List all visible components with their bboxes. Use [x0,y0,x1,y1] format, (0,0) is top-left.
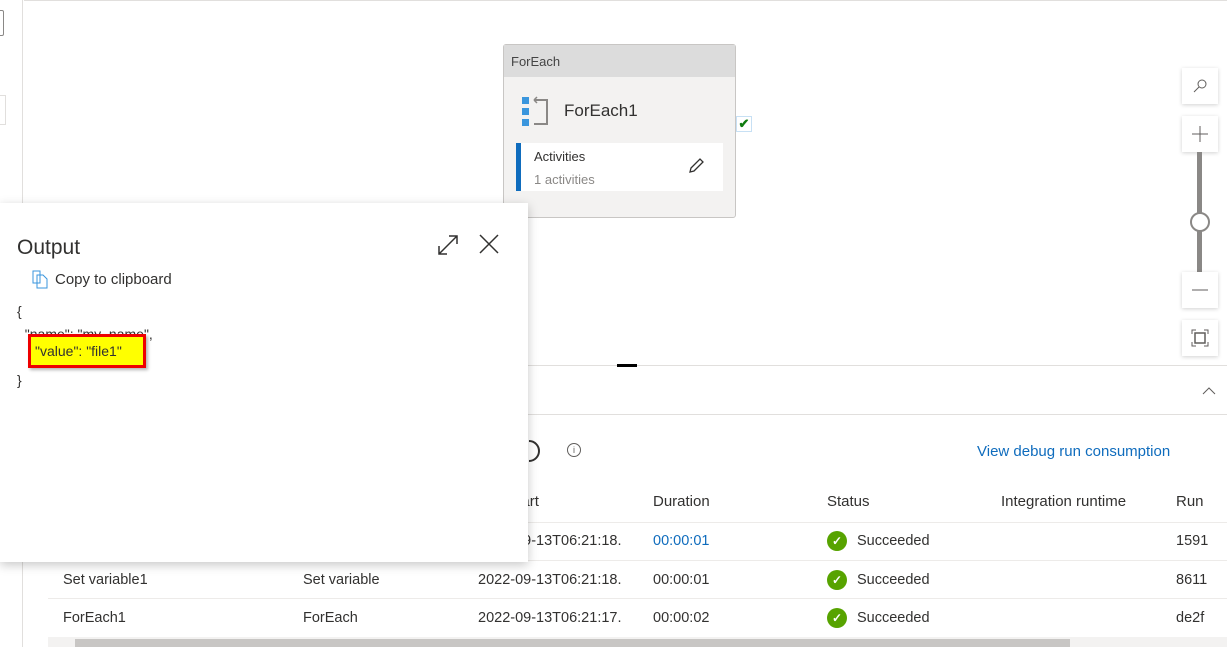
fit-to-screen-button[interactable] [1182,320,1218,356]
expand-icon[interactable] [436,233,460,257]
search-button[interactable] [1182,68,1218,104]
run-start: 2022-09-13T06:21:18. [478,572,622,588]
json-value-line: "value": "file1" [35,343,122,359]
scrollbar-thumb[interactable] [75,639,1070,647]
success-icon: ✓ [827,531,847,551]
zoom-in-button[interactable] [1182,116,1218,152]
copy-label: Copy to clipboard [55,271,172,288]
success-icon: ✓ [827,570,847,590]
info-icon[interactable]: i [567,443,581,457]
highlighted-value: "value": "file1" [28,334,146,368]
zoom-out-button[interactable] [1182,272,1218,308]
close-icon[interactable] [478,233,500,255]
success-icon: ✓ [827,608,847,628]
column-header-status[interactable]: Status [827,493,870,510]
status: Succeeded [857,610,930,626]
activity-name[interactable]: Set variable1 [63,572,148,588]
activity-type: ForEach [303,610,358,626]
duration: 00:00:01 [653,533,710,549]
zoom-slider-handle[interactable] [1190,212,1210,232]
foreach-activity-node[interactable]: ForEach ForEach1 Activities 1 activities [503,44,736,218]
column-header-integration-runtime[interactable]: Integration runtime [1001,493,1126,510]
sidebar-control[interactable] [0,95,6,125]
json-text: { [17,303,22,319]
json-text: } [17,372,22,388]
output-dialog: Output Copy to clipboard { "name": "my_n… [0,203,528,562]
copy-icon [32,270,48,289]
run-start: 2022-09-13T06:21:17. [478,610,622,626]
plus-icon [1192,126,1208,142]
activities-count: 1 activities [534,172,595,187]
view-debug-run-consumption-link[interactable]: View debug run consumption [977,443,1170,460]
activity-type: Set variable [303,572,380,588]
duration: 00:00:01 [653,572,710,588]
output-title: Output [17,236,81,259]
success-checkmark-icon: ✔ [736,116,752,132]
activities-section[interactable]: Activities 1 activities [516,143,723,191]
run-id: de2f [1176,610,1205,626]
column-header-run[interactable]: Run [1176,493,1204,510]
column-header-duration[interactable]: Duration [653,493,710,510]
activities-label: Activities [534,149,586,164]
copy-to-clipboard-button[interactable]: Copy to clipboard [32,270,172,289]
activity-name[interactable]: ForEach1 [63,610,126,626]
panel-resize-handle[interactable] [617,364,637,367]
fit-icon [1191,329,1209,347]
run-id: 8611 [1176,572,1208,588]
foreach-icon [522,96,548,126]
status: Succeeded [857,572,930,588]
pencil-icon[interactable] [687,157,705,175]
minus-icon [1192,289,1208,291]
chevron-up-icon[interactable] [1202,386,1216,396]
node-category: ForEach [504,45,735,77]
divider [48,598,1227,599]
duration: 00:00:02 [653,610,710,626]
status: Succeeded [857,533,930,549]
search-icon [1193,79,1207,93]
sidebar-control[interactable] [0,10,4,36]
node-name: ForEach1 [564,101,638,120]
run-id: 1591 [1176,533,1209,549]
